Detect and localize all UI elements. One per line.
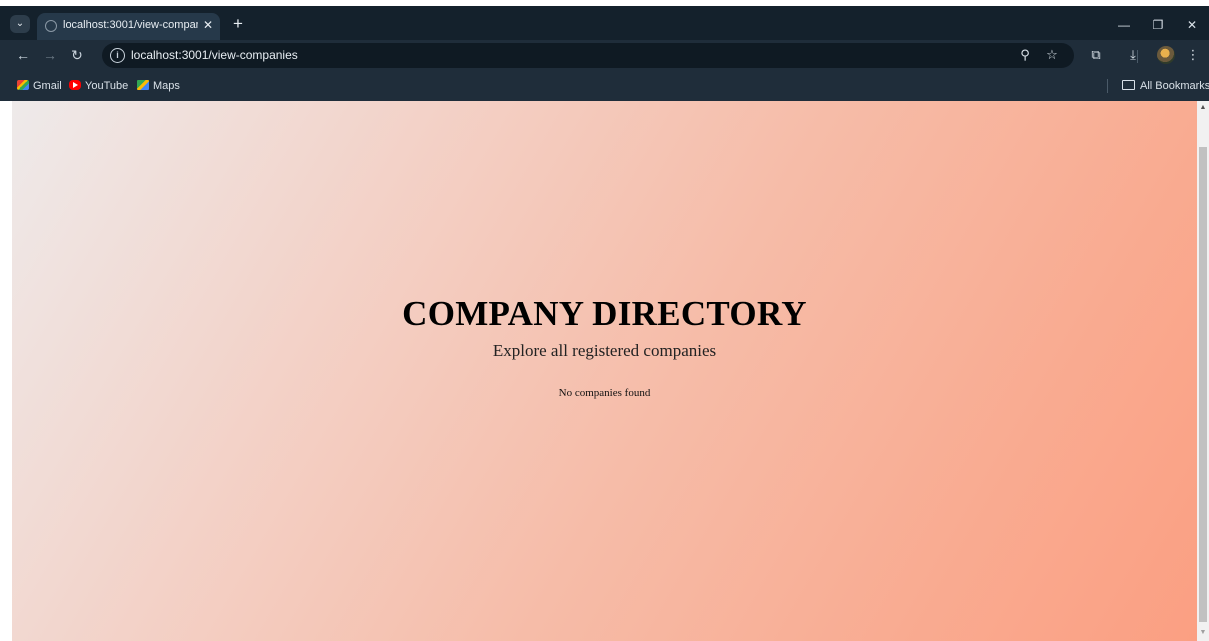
bookmark-star-icon[interactable]: ☆ (1043, 46, 1061, 64)
globe-icon (45, 20, 57, 32)
vertical-scrollbar[interactable]: ▲ ▼ (1197, 101, 1209, 641)
bookmark-gmail[interactable]: Gmail (17, 79, 62, 95)
youtube-icon (69, 80, 81, 90)
address-bar-url[interactable]: localhost:3001/view-companies (131, 48, 298, 62)
scrollbar-thumb[interactable] (1199, 147, 1207, 622)
viewport-left-edge (0, 101, 12, 641)
page-subtitle: Explore all registered companies (492, 341, 717, 360)
download-icon[interactable]: ⤓ (1123, 45, 1143, 65)
gmail-icon (17, 80, 29, 90)
tab-strip: ⌄ localhost:3001/view-companies ✕ + — ❐ … (0, 6, 1209, 40)
window-close-button[interactable]: ✕ (1181, 16, 1203, 34)
restore-button[interactable]: ❐ (1147, 16, 1169, 34)
empty-state-message: No companies found (558, 387, 651, 399)
forward-button[interactable]: → (40, 45, 60, 65)
scroll-down-arrow-icon[interactable]: ▼ (1199, 628, 1207, 638)
bookmark-label: YouTube (85, 80, 129, 92)
tab-title: localhost:3001/view-companies (63, 19, 198, 31)
back-button[interactable]: ← (13, 45, 33, 65)
reload-button[interactable]: ↻ (67, 45, 87, 65)
bookmarks-bar: Gmail YouTube Maps All Bookmarks (0, 71, 1209, 101)
bookmark-label: Gmail (33, 80, 62, 92)
bookmarks-divider (1107, 79, 1108, 93)
minimize-button[interactable]: — (1113, 16, 1135, 34)
profile-avatar[interactable] (1157, 46, 1175, 64)
browser-toolbar: ← → ↻ i localhost:3001/view-companies ⚲ … (0, 40, 1209, 71)
bookmark-youtube[interactable]: YouTube (69, 79, 128, 95)
bookmark-maps[interactable]: Maps (137, 79, 180, 95)
folder-icon (1122, 80, 1135, 90)
scroll-up-arrow-icon[interactable]: ▲ (1199, 103, 1207, 113)
page-title: COMPANY DIRECTORY (402, 294, 807, 333)
tab-close-button[interactable]: ✕ (200, 17, 216, 33)
tab-search-button[interactable]: ⌄ (10, 15, 30, 33)
site-info-icon[interactable]: i (110, 48, 125, 63)
bookmark-label: Maps (153, 80, 180, 92)
all-bookmarks-label: All Bookmarks (1140, 80, 1209, 92)
new-tab-button[interactable]: + (229, 15, 247, 34)
tab-view-companies[interactable]: localhost:3001/view-companies ✕ (37, 13, 220, 40)
address-bar[interactable]: i localhost:3001/view-companies ⚲ ☆ (102, 43, 1074, 68)
maps-icon (137, 80, 149, 90)
zoom-icon[interactable]: ⚲ (1016, 46, 1034, 64)
browser-window: ⌄ localhost:3001/view-companies ✕ + — ❐ … (0, 0, 1209, 641)
company-directory-page: COMPANY DIRECTORY Explore all registered… (12, 101, 1197, 641)
browser-menu-icon[interactable]: ⋮ (1183, 45, 1203, 65)
all-bookmarks-button[interactable]: All Bookmarks (1122, 79, 1209, 95)
extensions-icon[interactable]: ⧉ (1086, 45, 1106, 65)
chevron-down-icon: ⌄ (15, 18, 25, 29)
page-viewport: COMPANY DIRECTORY Explore all registered… (12, 101, 1197, 641)
